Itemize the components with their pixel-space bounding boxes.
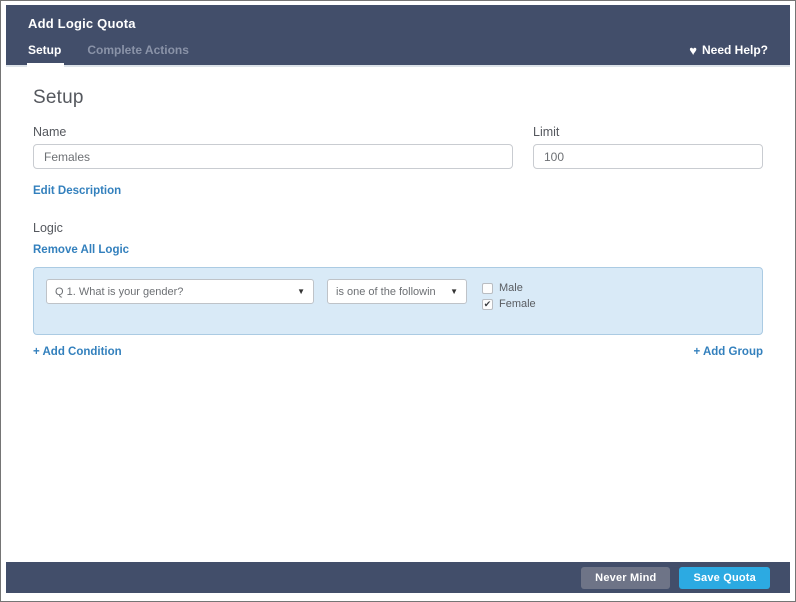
title-row: Add Logic Quota <box>6 5 790 37</box>
add-condition-link[interactable]: + Add Condition <box>33 346 122 358</box>
tab-complete-actions[interactable]: Complete Actions <box>87 43 189 57</box>
remove-all-logic-link[interactable]: Remove All Logic <box>33 244 129 256</box>
logic-condition-group: Q 1. What is your gender? ▼ is one of th… <box>33 267 763 335</box>
add-logic-quota-modal: Add Logic Quota Setup Complete Actions ♥… <box>6 5 790 593</box>
limit-label: Limit <box>533 125 560 139</box>
tab-bar: Setup Complete Actions ♥ Need Help? <box>6 37 790 65</box>
need-help-link[interactable]: ♥ Need Help? <box>689 43 768 57</box>
female-checkbox[interactable]: ✔ <box>482 298 493 310</box>
modal-footer: Never Mind Save Quota <box>6 562 790 593</box>
name-label: Name <box>33 125 67 139</box>
chevron-down-icon: ▼ <box>297 287 305 296</box>
question-select-value: Q 1. What is your gender? <box>55 285 184 298</box>
answer-option-row: Male <box>482 282 536 294</box>
heart-icon: ♥ <box>689 42 697 58</box>
screenshot-frame: Add Logic Quota Setup Complete Actions ♥… <box>0 0 796 602</box>
operator-select[interactable]: is one of the followin ▼ <box>327 279 467 304</box>
setup-heading: Setup <box>33 87 84 108</box>
never-mind-button[interactable]: Never Mind <box>581 566 671 589</box>
male-checkbox[interactable] <box>482 282 493 294</box>
answer-option-row: ✔ Female <box>482 298 536 310</box>
name-field-group: Name <box>33 125 513 169</box>
add-group-link[interactable]: + Add Group <box>693 346 763 358</box>
modal-content: Setup Name Limit Edit Description Logic … <box>6 67 790 562</box>
name-limit-row: Name Limit <box>33 125 763 169</box>
answer-option-label: Male <box>499 282 523 294</box>
modal-header: Add Logic Quota Setup Complete Actions ♥… <box>6 5 790 73</box>
question-select[interactable]: Q 1. What is your gender? ▼ <box>46 279 314 304</box>
active-tab-indicator <box>27 63 64 73</box>
modal-title: Add Logic Quota <box>28 16 136 31</box>
tab-setup[interactable]: Setup <box>28 43 61 57</box>
save-quota-button[interactable]: Save Quota <box>679 566 770 589</box>
need-help-label: Need Help? <box>701 43 768 57</box>
logic-heading: Logic <box>33 221 63 235</box>
limit-field-group: Limit <box>533 125 763 169</box>
limit-input[interactable] <box>533 144 763 169</box>
operator-select-value: is one of the followin <box>336 285 436 298</box>
name-input[interactable] <box>33 144 513 169</box>
answer-option-label: Female <box>499 298 536 310</box>
edit-description-link[interactable]: Edit Description <box>33 185 121 197</box>
logic-links-row: + Add Condition + Add Group <box>33 346 763 358</box>
answer-options: Male ✔ Female <box>482 282 536 310</box>
chevron-down-icon: ▼ <box>450 287 458 296</box>
